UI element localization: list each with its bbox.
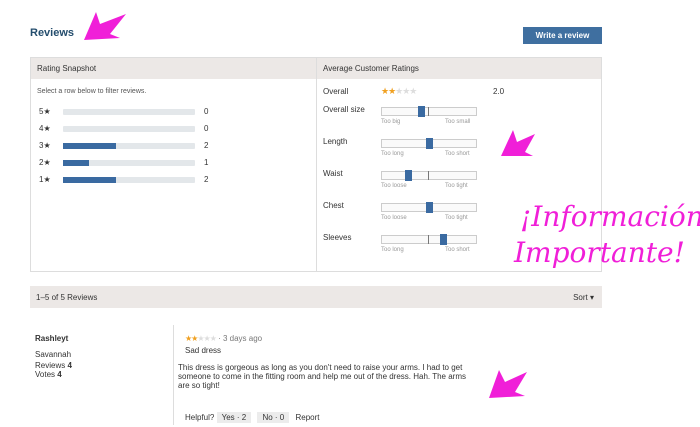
snapshot-count: 1 xyxy=(204,158,209,167)
votes-label: Votes xyxy=(35,370,56,379)
snapshot-count: 0 xyxy=(204,124,209,133)
scale-high-label: Too small xyxy=(445,119,471,125)
review-divider xyxy=(173,325,174,425)
snapshot-row[interactable]: 2★ 1 xyxy=(36,158,221,168)
annotation-line-1: ¡Información xyxy=(520,200,700,233)
attribute-label: Sleeves xyxy=(323,233,352,242)
snapshot-star-label: 1★ xyxy=(39,175,51,184)
reviews-count: 4 xyxy=(67,361,72,370)
reviews-label: Reviews xyxy=(35,361,66,370)
arrow-annotation-2 xyxy=(501,130,535,156)
overall-value: 2.0 xyxy=(493,87,505,96)
attribute-scale xyxy=(381,106,477,117)
review-title: Sad dress xyxy=(185,346,222,355)
scale-marker xyxy=(426,202,433,213)
review-body: This dress is gorgeous as long as you do… xyxy=(178,363,467,390)
helpful-yes-button[interactable]: Yes · 2 xyxy=(216,412,252,423)
review-meta: ★★★★★ · 3 days ago xyxy=(185,334,262,343)
scale-low-label: Too long xyxy=(381,151,404,157)
review-location: Savannah xyxy=(35,350,72,359)
overall-stars: ★★★★★ xyxy=(381,86,417,96)
snapshot-bar-fill xyxy=(63,143,116,149)
attribute-label: Waist xyxy=(323,169,343,178)
review-reviews-count: Reviews 4 xyxy=(35,361,72,370)
snapshot-hint: Select a row below to filter reviews. xyxy=(37,88,147,95)
write-review-button[interactable]: Write a review xyxy=(523,27,602,44)
snapshot-bar xyxy=(63,126,195,132)
page-title: Reviews xyxy=(30,27,75,39)
reviews-list-bar: 1–5 of 5 Reviews Sort ▾ xyxy=(30,286,602,308)
attribute-label: Length xyxy=(323,137,348,146)
attribute-label: Overall size xyxy=(323,105,365,114)
snapshot-count: 2 xyxy=(204,175,209,184)
helpful-label: Helpful? xyxy=(185,413,215,422)
scale-low-label: Too loose xyxy=(381,215,407,221)
scale-marker xyxy=(405,170,413,181)
snapshot-star-label: 3★ xyxy=(39,141,51,150)
scale-high-label: Too short xyxy=(445,151,470,157)
scale-high-label: Too tight xyxy=(445,215,468,221)
helpful-no-button[interactable]: No · 0 xyxy=(257,412,290,423)
sort-button[interactable]: Sort ▾ xyxy=(573,293,594,302)
review-stars: ★★★★★ xyxy=(185,334,217,343)
snapshot-bar-fill xyxy=(63,160,90,166)
snapshot-row[interactable]: 3★ 2 xyxy=(36,141,221,151)
snapshot-count: 2 xyxy=(204,141,209,150)
overall-label: Overall xyxy=(323,87,349,96)
review-votes-count: Votes 4 xyxy=(35,370,62,379)
snapshot-star-label: 5★ xyxy=(39,107,51,116)
scale-high-label: Too short xyxy=(445,247,470,253)
scale-marker xyxy=(418,106,426,117)
review-helpful-row: Helpful? Yes · 2 No · 0 Report xyxy=(185,412,319,423)
attribute-scale xyxy=(381,170,477,181)
arrow-annotation-3 xyxy=(489,370,527,398)
snapshot-bar xyxy=(63,177,195,183)
snapshot-bar-fill xyxy=(63,177,116,183)
panel-divider xyxy=(316,58,317,271)
scale-low-label: Too loose xyxy=(381,183,407,189)
scale-marker xyxy=(440,234,448,245)
attribute-label: Chest xyxy=(323,201,344,210)
report-link[interactable]: Report xyxy=(295,413,319,422)
scale-marker xyxy=(426,138,433,149)
snapshot-count: 0 xyxy=(204,107,209,116)
annotation-line-2: Importante! xyxy=(514,236,685,269)
scale-midpoint xyxy=(428,171,429,180)
review-age: · 3 days ago xyxy=(218,334,263,343)
votes-count: 4 xyxy=(57,370,62,379)
attribute-scale xyxy=(381,234,477,245)
attribute-scale xyxy=(381,202,477,213)
reviews-count-label: 1–5 of 5 Reviews xyxy=(36,293,98,302)
scale-high-label: Too tight xyxy=(445,183,468,189)
snapshot-row[interactable]: 5★ 0 xyxy=(36,107,221,117)
snapshot-bar xyxy=(63,143,195,149)
snapshot-star-label: 2★ xyxy=(39,158,51,167)
attribute-scale xyxy=(381,138,477,149)
snapshot-row[interactable]: 1★ 2 xyxy=(36,175,221,185)
averages-heading: Average Customer Ratings xyxy=(323,64,419,73)
snapshot-heading: Rating Snapshot xyxy=(37,64,97,73)
review-author[interactable]: Rashleyt xyxy=(35,334,68,343)
snapshot-bar xyxy=(63,160,195,166)
scale-midpoint xyxy=(428,107,429,116)
snapshot-bar xyxy=(63,109,195,115)
scale-low-label: Too long xyxy=(381,247,404,253)
scale-low-label: Too big xyxy=(381,119,401,125)
snapshot-row[interactable]: 4★ 0 xyxy=(36,124,221,134)
scale-midpoint xyxy=(428,235,429,244)
snapshot-star-label: 4★ xyxy=(39,124,51,133)
arrow-annotation-1 xyxy=(84,12,126,40)
